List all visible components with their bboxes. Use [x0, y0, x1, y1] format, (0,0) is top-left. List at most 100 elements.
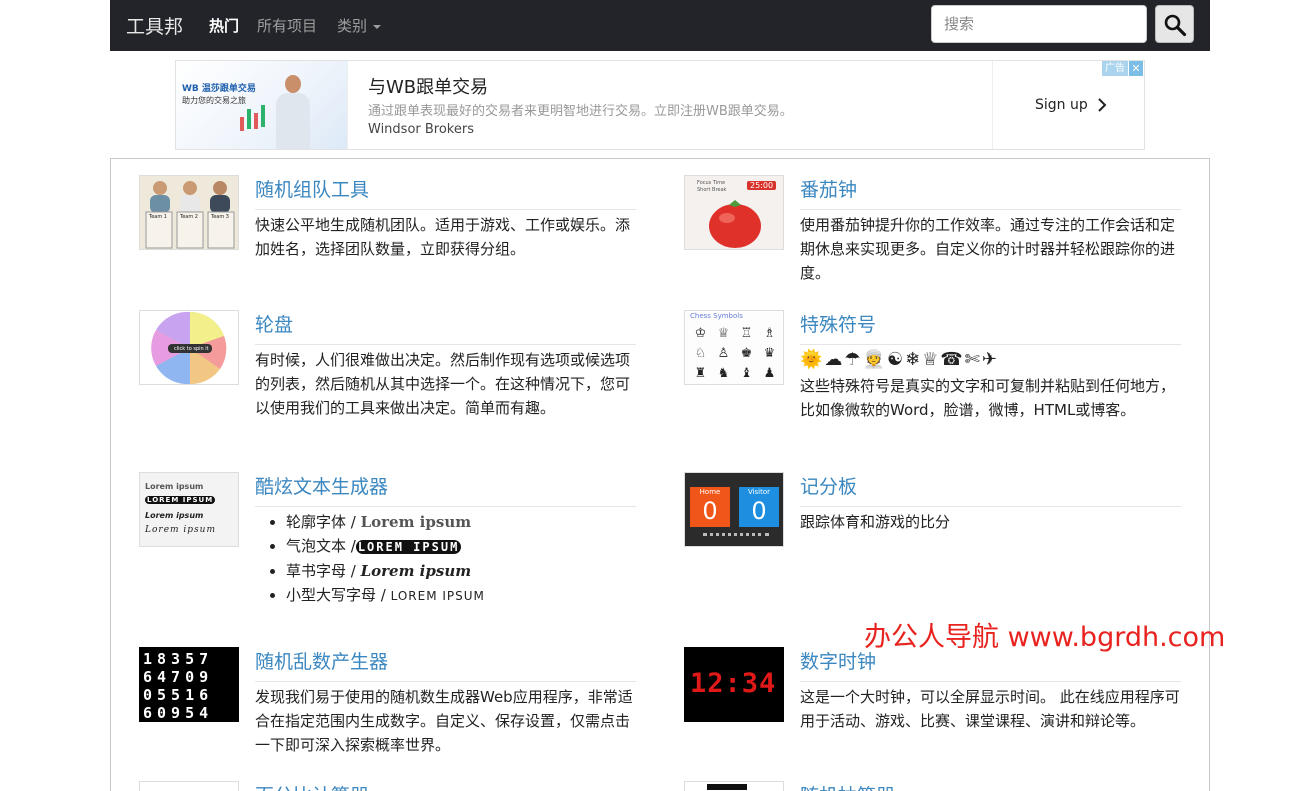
card-description: 这些特殊符号是真实的文字和可复制并粘贴到任何地方，比如像微软的Word，脸谱，微…	[800, 377, 1176, 419]
chess-glyph: ♗	[763, 326, 776, 341]
outline-sample: Lorem ipsum	[360, 513, 472, 531]
wheel-thumbnail[interactable]: click to spin it	[139, 310, 239, 385]
home-label: Home	[699, 488, 721, 496]
chess-glyph: ♞	[717, 366, 730, 381]
watermark-text: 办公人导航 www.bgrdh.com	[864, 622, 1226, 653]
fancy-text-line: Lorem ipsum	[145, 482, 204, 491]
ad-badge[interactable]: 广告	[1102, 61, 1128, 76]
random-picker-thumbnail[interactable]	[684, 781, 784, 791]
close-icon[interactable]: ✕	[1129, 61, 1143, 76]
random-team-thumbnail[interactable]: Team 1 Team 2 Team 3	[139, 175, 239, 250]
brand-logo[interactable]: 工具邦	[126, 12, 183, 39]
nav-hot[interactable]: 热门	[209, 15, 239, 36]
visitor-panel: Visitor 0	[739, 487, 779, 527]
digit-row: 05516	[143, 686, 214, 704]
ad-person-graphic	[276, 75, 310, 149]
card-description: 这是一个大时钟，可以全屏显示时间。 此在线应用程序可用于活动、游戏、比赛、课堂课…	[800, 688, 1180, 730]
top-navbar: 工具邦 热门 所有项目 类别	[110, 0, 1210, 51]
card-body: 轮廓字体 / Lorem ipsum 气泡文本 /LOREM IPSUM 草书字…	[255, 510, 640, 608]
digit-row: 64709	[143, 668, 214, 686]
ad-source: Windsor Brokers	[368, 122, 474, 137]
fancy-text-list: 轮廓字体 / Lorem ipsum 气泡文本 /LOREM IPSUM 草书字…	[255, 510, 640, 608]
symbols-sample: 🌞☁☂👳☯❄♕☎✄✈	[800, 349, 999, 370]
special-symbols-thumbnail[interactable]: Chess Symbols ♔ ♕ ♖ ♗ ♘ ♙ ♚ ♛ ♜ ♞ ♝ ♟	[684, 310, 784, 385]
chevron-down-icon	[373, 24, 382, 29]
random-number-thumbnail[interactable]: 18357 64709 05516 60954	[139, 647, 239, 722]
list-item: 草书字母 / Lorem ipsum	[286, 559, 640, 583]
digital-clock-thumbnail[interactable]: 12:34	[684, 647, 784, 722]
chess-glyph-grid: ♔ ♕ ♖ ♗ ♘ ♙ ♚ ♛ ♜ ♞ ♝ ♟	[689, 325, 781, 383]
fancy-text-thumbnail[interactable]: Lorem ipsum LOREM IPSUM Lorem ipsum Lore…	[139, 472, 239, 547]
ad-banner[interactable]: WB 温莎跟单交易 助力您的交易之旅 与WB跟单交易 通过跟单表现最好的交易者来…	[175, 60, 1145, 150]
scoreboard-controls	[703, 533, 769, 538]
list-item: 小型大写字母 / LOREM IPSUM	[286, 583, 640, 608]
tools-panel: Team 1 Team 2 Team 3 随机组队工具 快速公平地生成随机团队。…	[110, 158, 1210, 791]
visitor-label: Visitor	[747, 488, 771, 496]
card-title[interactable]: 酷炫文本生成器	[255, 472, 636, 507]
card-description: 有时候，人们很难做出决定。然后制作现有选项或候选项的列表，然后随机从其中选择一个…	[255, 351, 631, 417]
chess-glyph: ♚	[740, 346, 753, 361]
card-title[interactable]: 记分板	[800, 472, 1181, 507]
digit-row: 60954	[143, 704, 214, 722]
team-3-label: Team 3	[211, 214, 229, 220]
fancy-text-line: Lorem ipsum	[145, 525, 217, 535]
card-body: 🌞☁☂👳☯❄♕☎✄✈ 这些特殊符号是真实的文字和可复制并粘贴到任何地方，比如像微…	[800, 348, 1185, 422]
chess-glyph: ♖	[740, 326, 753, 341]
ad-title[interactable]: 与WB跟单交易	[368, 73, 488, 99]
card-description: 使用番茄钟提升你的工作效率。通过专注的工作会话和定期休息来实现更多。自定义你的计…	[800, 216, 1176, 282]
card-description: 跟踪体育和游戏的比分	[800, 513, 951, 531]
team-1-label: Team 1	[149, 214, 167, 220]
card-title[interactable]: 随机组队工具	[255, 175, 636, 210]
chevron-right-icon	[1098, 98, 1107, 112]
ad-divider	[992, 61, 993, 149]
card-title[interactable]: 随机抽签器	[800, 781, 1181, 791]
search-input[interactable]	[931, 5, 1147, 43]
scoreboard-thumbnail[interactable]: Home 0 Visitor 0	[684, 472, 784, 547]
visitor-score: 0	[751, 497, 767, 525]
chess-glyph: ♘	[694, 346, 707, 361]
nav-categories-label: 类别	[337, 17, 368, 35]
small-caps-sample: LOREM IPSUM	[390, 589, 485, 603]
ad-signup-label: Sign up	[1035, 97, 1088, 113]
ad-image-logo: WB 温莎跟单交易	[182, 84, 256, 94]
list-item: 气泡文本 /LOREM IPSUM	[286, 534, 640, 559]
chess-glyph: ♝	[740, 366, 753, 381]
fancy-text-line: Lorem ipsum	[145, 511, 204, 520]
chess-glyph: ♟	[763, 366, 776, 381]
card-description: 快速公平地生成随机团队。适用于游戏、工作或娱乐。添加姓名，选择团队数量，立即获得…	[255, 216, 631, 258]
digit-row: 18357	[143, 650, 214, 668]
ad-image[interactable]: WB 温莎跟单交易 助力您的交易之旅	[176, 61, 348, 149]
ad-signup-button[interactable]: Sign up	[1035, 97, 1108, 113]
list-item: 轮廓字体 / Lorem ipsum	[286, 510, 640, 534]
card-title[interactable]: 随机乱数产生器	[255, 647, 636, 682]
home-panel: Home 0	[690, 487, 730, 527]
ad-description: 通过跟单表现最好的交易者来更明智地进行交易。立即注册WB跟单交易。	[368, 104, 793, 119]
magnifier-icon	[1164, 14, 1187, 37]
card-title[interactable]: 百分比计算器	[255, 781, 636, 791]
team-2-label: Team 2	[180, 214, 198, 220]
home-score: 0	[702, 497, 718, 525]
nav-all-items[interactable]: 所有项目	[257, 15, 317, 36]
chess-glyph: ♔	[694, 326, 707, 341]
card-description: 发现我们易于使用的随机数生成器Web应用程序，非常适合在指定范围内生成数字。自定…	[255, 688, 633, 754]
chess-glyph: ♛	[763, 346, 776, 361]
chess-glyph: ♕	[717, 326, 730, 341]
bubble-sample: LOREM IPSUM	[355, 540, 462, 554]
percentage-thumbnail[interactable]	[139, 781, 239, 791]
card-title[interactable]: 轮盘	[255, 310, 636, 345]
card-title[interactable]: 番茄钟	[800, 175, 1181, 210]
search-button[interactable]	[1155, 5, 1194, 43]
wheel-spin-label: click to spin it	[174, 346, 209, 352]
ad-image-tagline: 助力您的交易之旅	[182, 96, 246, 105]
chess-glyph: ♙	[717, 346, 730, 361]
card-title[interactable]: 特殊符号	[800, 310, 1181, 345]
fancy-text-line: LOREM IPSUM	[145, 496, 216, 504]
chess-symbols-title: Chess Symbols	[690, 312, 743, 320]
random-digits: 18357 64709 05516 60954	[143, 650, 214, 722]
chess-glyph: ♜	[694, 366, 707, 381]
nav-categories-dropdown[interactable]: 类别	[337, 15, 382, 36]
clock-time: 12:34	[690, 668, 777, 699]
cursive-sample: Lorem ipsum	[360, 562, 472, 580]
tomato-icon	[709, 200, 761, 248]
pomodoro-thumbnail[interactable]: Focus Time Short Break 25:00	[684, 175, 784, 250]
